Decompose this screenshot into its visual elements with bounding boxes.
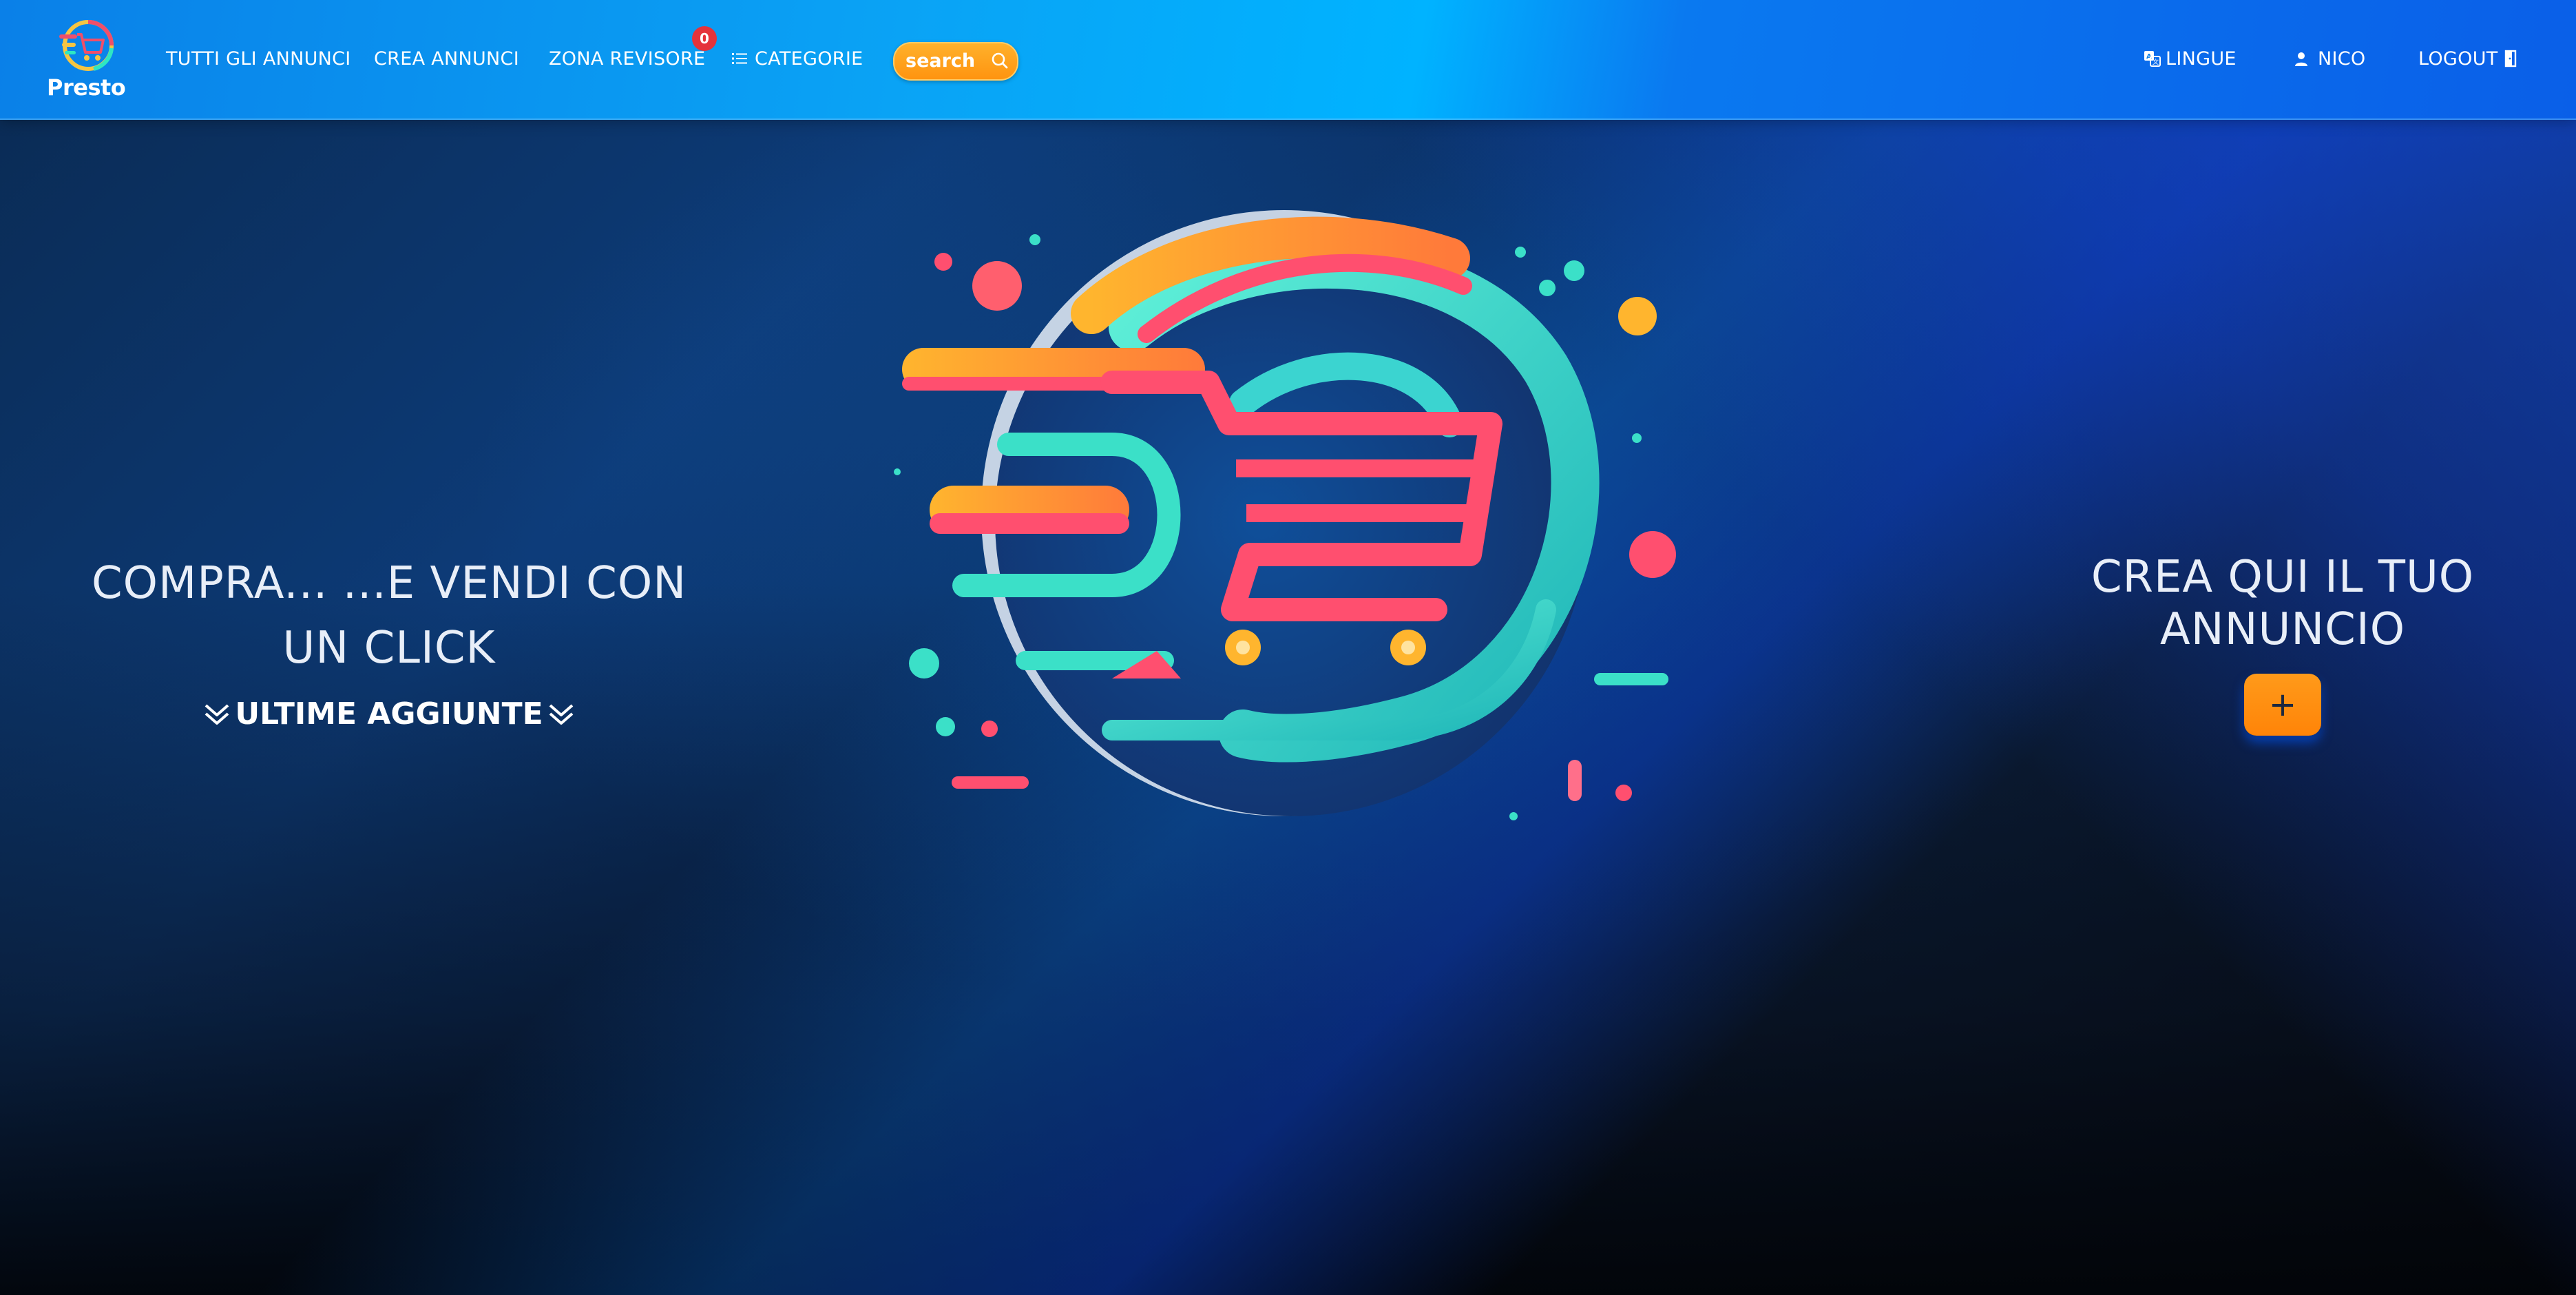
navbar: Presto TUTTI GLI ANNUNCI CREA ANNUNCI ZO…	[0, 0, 2576, 120]
person-icon	[2295, 52, 2307, 66]
nav-categories[interactable]: CATEGORIE	[731, 44, 863, 74]
search-icon[interactable]	[987, 48, 1013, 74]
presto-logo-icon	[59, 20, 114, 71]
create-ad-cta: CREA QUI IL TUO ANNUNCIO +	[2035, 551, 2531, 736]
cta-title: CREA QUI IL TUO ANNUNCIO	[2035, 551, 2531, 656]
reviewer-count-badge: 0	[692, 26, 717, 51]
add-ad-button[interactable]: +	[2244, 674, 2321, 736]
nav-logout-label: LOGOUT	[2418, 48, 2498, 70]
hero-title-line1: COMPRA... ...E VENDI CON	[91, 558, 687, 609]
double-chevron-down-icon	[205, 704, 229, 725]
door-icon	[2504, 50, 2516, 68]
nav-languages-label: LINGUE	[2166, 48, 2237, 70]
list-icon	[732, 53, 747, 64]
nav-user-label: NICO	[2318, 48, 2366, 70]
hero-tagline: COMPRA... ...E VENDI CON UN CLICK ULTIME…	[65, 551, 713, 734]
latest-additions-link[interactable]: ULTIME AGGIUNTE	[65, 693, 713, 734]
nav-create-ad[interactable]: CREA ANNUNCI	[374, 44, 519, 74]
svg-text:文: 文	[2153, 58, 2159, 66]
double-chevron-down-icon	[549, 704, 573, 725]
search-form	[893, 42, 1018, 81]
nav-reviewer-zone[interactable]: ZONA REVISORE	[549, 44, 705, 74]
cta-title-line2: ANNUNCIO	[2159, 604, 2406, 655]
nav-categories-label: CATEGORIE	[755, 48, 863, 70]
translate-icon: A 文	[2144, 51, 2161, 67]
shopping-cart-logo-icon	[894, 210, 1676, 820]
latest-additions-label: ULTIME AGGIUNTE	[235, 696, 543, 732]
hero-title-line2: UN CLICK	[282, 623, 496, 674]
brand-link[interactable]: Presto	[47, 18, 126, 103]
cta-title-line1: CREA QUI IL TUO	[2091, 552, 2475, 603]
search-input[interactable]	[901, 48, 987, 74]
nav-user[interactable]: NICO	[2293, 44, 2365, 74]
brand-name: Presto	[47, 74, 126, 101]
hero-title: COMPRA... ...E VENDI CON UN CLICK	[65, 551, 713, 681]
nav-languages[interactable]: A 文 LINGUE	[2144, 44, 2237, 74]
nav-all-ads[interactable]: TUTTI GLI ANNUNCI	[166, 44, 351, 74]
nav-logout[interactable]: LOGOUT	[2418, 44, 2519, 74]
